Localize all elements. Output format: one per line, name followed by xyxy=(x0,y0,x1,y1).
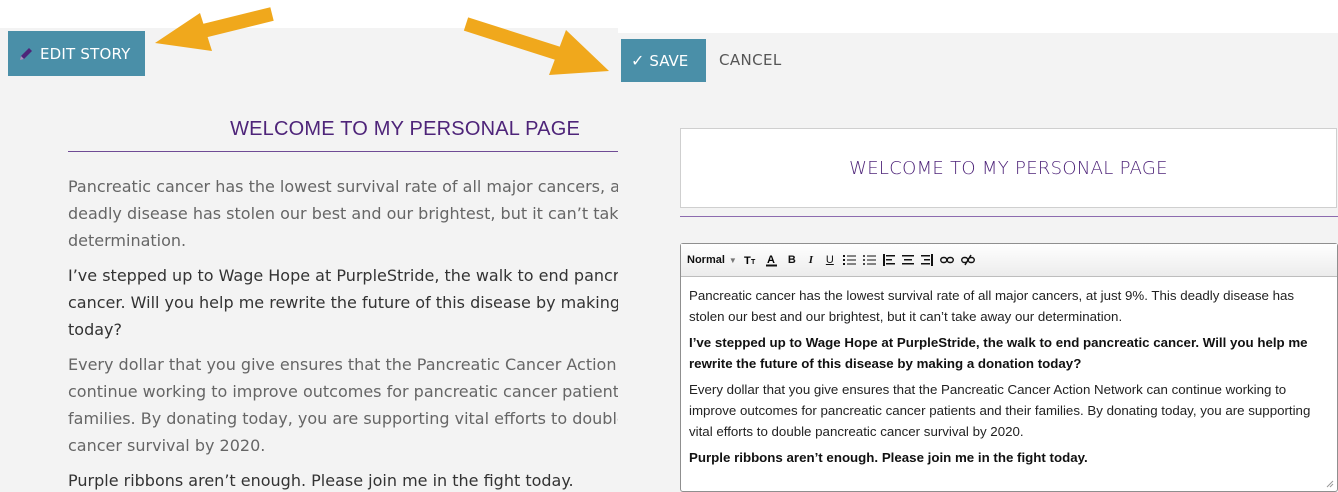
bullet-list-icon[interactable] xyxy=(862,251,876,269)
bold-button[interactable]: B xyxy=(786,251,798,269)
title-divider xyxy=(68,151,618,152)
page-title: WELCOME TO MY PERSONAL PAGE xyxy=(230,118,580,140)
story-text: Pancreatic cancer has the lowest surviva… xyxy=(68,173,618,492)
view-mode-panel: EDIT STORY WELCOME TO MY PERSONAL PAGE P… xyxy=(0,28,618,492)
save-label: SAVE xyxy=(649,51,689,70)
story-paragraph: Pancreatic cancer has the lowest surviva… xyxy=(68,177,618,250)
editor-paragraph: Every dollar that you give ensures that … xyxy=(689,382,1311,439)
editor-toolbar: Normal ▼ TT A B I U xyxy=(681,244,1337,277)
edit-story-label: EDIT STORY xyxy=(40,44,131,63)
editor-paragraph-bold: I’ve stepped up to Wage Hope at PurpleSt… xyxy=(689,335,1308,371)
story-paragraph-bold: I’ve stepped up to Wage Hope at PurpleSt… xyxy=(68,266,618,339)
save-button[interactable]: ✓ SAVE xyxy=(621,39,706,82)
editor-content[interactable]: Pancreatic cancer has the lowest surviva… xyxy=(681,277,1337,468)
title-divider xyxy=(680,216,1338,217)
underline-button[interactable]: U xyxy=(824,251,836,269)
resize-handle-icon[interactable] xyxy=(1326,480,1334,488)
title-input[interactable]: WELCOME TO MY PERSONAL PAGE xyxy=(680,128,1337,208)
editor-paragraph: Pancreatic cancer has the lowest surviva… xyxy=(689,288,1295,324)
chevron-down-icon[interactable]: ▼ xyxy=(729,256,737,265)
svg-text:T: T xyxy=(751,259,756,266)
title-input-text: WELCOME TO MY PERSONAL PAGE xyxy=(849,157,1168,179)
ordered-list-icon[interactable] xyxy=(842,251,856,269)
svg-text:T: T xyxy=(744,255,751,266)
editor-paragraph-bold: Purple ribbons aren’t enough. Please joi… xyxy=(689,450,1088,465)
link-icon[interactable] xyxy=(939,251,954,269)
align-right-icon[interactable] xyxy=(920,251,933,269)
checkmark-icon: ✓ xyxy=(631,51,645,70)
font-color-icon[interactable]: A xyxy=(765,251,779,269)
cancel-button[interactable]: CANCEL xyxy=(719,51,782,69)
story-paragraph-bold: Purple ribbons aren’t enough. Please joi… xyxy=(68,471,574,490)
italic-button[interactable]: I xyxy=(805,251,817,269)
pencil-icon xyxy=(20,47,32,60)
format-dropdown[interactable]: Normal xyxy=(687,251,725,269)
edit-mode-panel: ✓ SAVE CANCEL WELCOME TO MY PERSONAL PAG… xyxy=(618,33,1338,492)
align-left-icon[interactable] xyxy=(882,251,895,269)
align-center-icon[interactable] xyxy=(901,251,914,269)
edit-story-button[interactable]: EDIT STORY xyxy=(8,31,145,76)
story-paragraph: Every dollar that you give ensures that … xyxy=(68,355,618,455)
unlink-icon[interactable] xyxy=(960,251,975,269)
rich-text-editor[interactable]: Normal ▼ TT A B I U Pancreatic cancer ha… xyxy=(680,243,1338,492)
text-size-icon[interactable]: TT xyxy=(744,251,758,269)
svg-text:A: A xyxy=(767,254,775,266)
